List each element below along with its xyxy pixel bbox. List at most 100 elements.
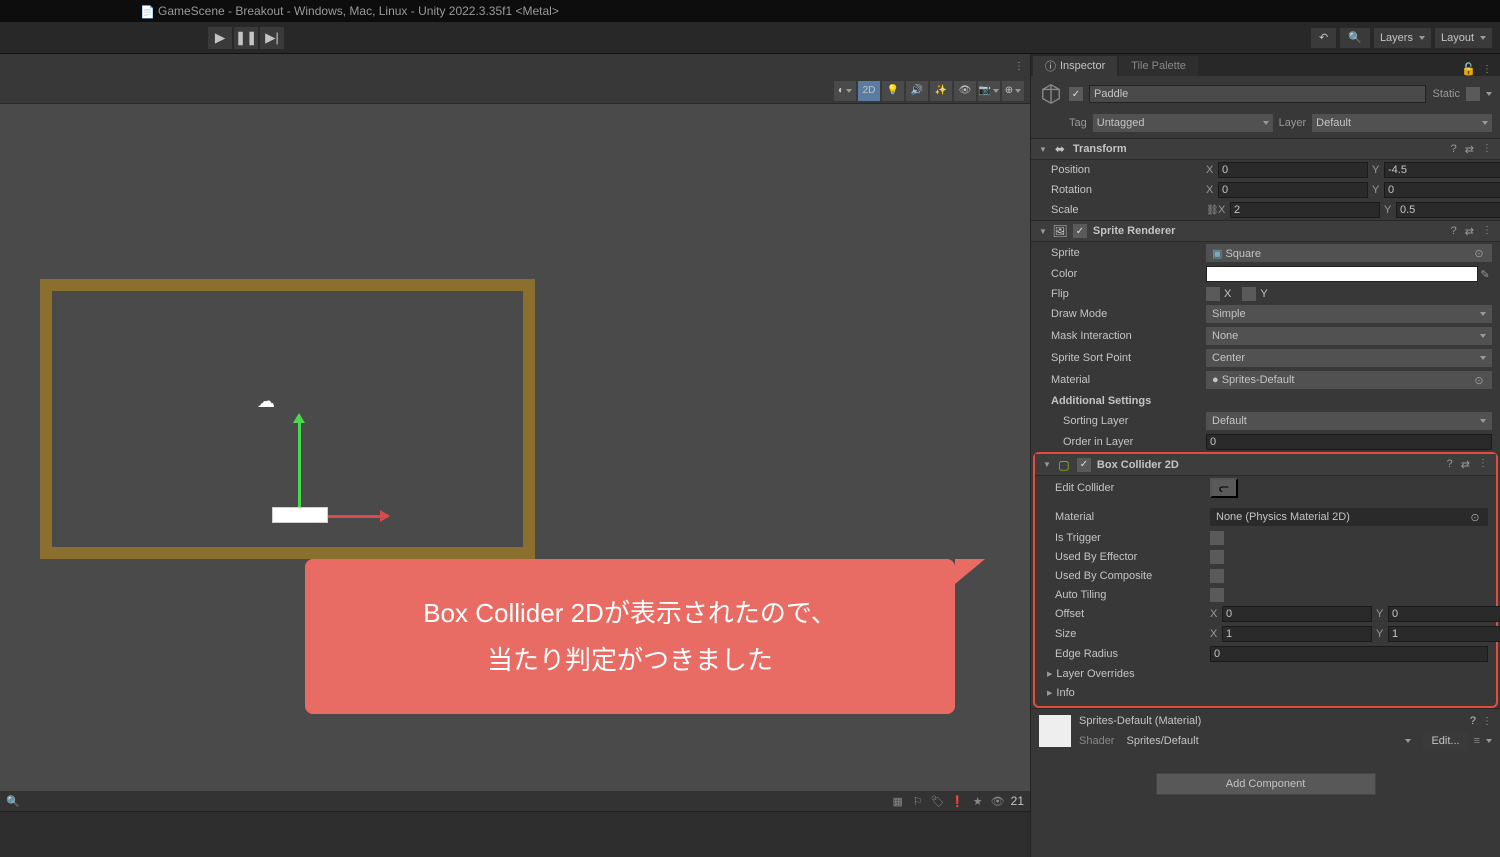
- used-by-effector-label: Used By Effector: [1055, 551, 1210, 563]
- scene-view[interactable]: ☁ Box Collider 2Dが表示されたので、 当たり判定がつきました: [0, 104, 1030, 791]
- audio-toggle[interactable]: 🔊: [906, 81, 928, 101]
- eyedropper-icon[interactable]: ✎: [1478, 267, 1492, 281]
- info-label[interactable]: Info: [1056, 687, 1074, 699]
- help-icon[interactable]: ?: [1451, 143, 1457, 156]
- gizmo-count: 21: [1011, 794, 1024, 808]
- size-y-input[interactable]: [1388, 626, 1500, 642]
- sprite-sort-point-dropdown[interactable]: Center: [1206, 349, 1492, 367]
- annotation-callout: Box Collider 2Dが表示されたので、 当たり判定がつきました: [305, 559, 955, 714]
- paddle-object[interactable]: [272, 507, 328, 523]
- panel-menu-icon[interactable]: ⋮: [1014, 61, 1024, 72]
- layout-dropdown[interactable]: Layout: [1435, 28, 1492, 48]
- bc-material-field[interactable]: None (Physics Material 2D)⊙: [1210, 508, 1488, 526]
- visibility-icon[interactable]: 👁: [991, 794, 1005, 808]
- draw-mode-label: Draw Mode: [1051, 308, 1206, 320]
- tab-tile-palette[interactable]: Tile Palette: [1119, 56, 1198, 76]
- 2d-mode-button[interactable]: 2D: [858, 81, 880, 101]
- add-component-button[interactable]: Add Component: [1156, 773, 1376, 795]
- help-icon[interactable]: ?: [1451, 225, 1457, 238]
- position-y-input[interactable]: [1384, 162, 1500, 178]
- object-picker-icon[interactable]: ⊙: [1472, 246, 1486, 260]
- context-menu-icon[interactable]: ⋮: [1478, 458, 1488, 471]
- static-dropdown-icon[interactable]: [1486, 92, 1492, 96]
- search-button[interactable]: 🔍: [1340, 28, 1370, 48]
- sorting-layer-dropdown[interactable]: Default: [1206, 412, 1492, 430]
- tag-dropdown[interactable]: Untagged: [1093, 114, 1273, 132]
- material-preview[interactable]: [1039, 715, 1071, 747]
- edit-button[interactable]: Edit...: [1423, 731, 1467, 751]
- hidden-objects-toggle[interactable]: 👁: [954, 81, 976, 101]
- zoom-icon[interactable]: 🔍: [6, 794, 20, 808]
- help-icon[interactable]: ?: [1470, 715, 1476, 727]
- preset-icon[interactable]: ⇄: [1465, 225, 1474, 238]
- auto-tiling-checkbox[interactable]: ✓: [1210, 588, 1224, 602]
- scale-x-input[interactable]: [1230, 202, 1380, 218]
- pause-button[interactable]: ❚❚: [234, 27, 258, 49]
- scale-y-input[interactable]: [1396, 202, 1500, 218]
- lock-icon[interactable]: 🔓: [1461, 62, 1476, 76]
- sr-material-field[interactable]: ● Sprites-Default⊙: [1206, 371, 1492, 389]
- edit-collider-button[interactable]: ᓕ: [1210, 478, 1238, 498]
- used-by-composite-label: Used By Composite: [1055, 570, 1210, 582]
- effects-toggle[interactable]: ✨: [930, 81, 952, 101]
- footer-icon-4[interactable]: ❗: [951, 794, 965, 808]
- context-menu-icon[interactable]: ⋮: [1482, 716, 1492, 727]
- mask-interaction-dropdown[interactable]: None: [1206, 327, 1492, 345]
- shader-dropdown[interactable]: Sprites/Default: [1120, 732, 1417, 750]
- object-picker-icon[interactable]: ⊙: [1472, 373, 1486, 387]
- footer-icon-1[interactable]: ▦: [891, 794, 905, 808]
- rotation-y-input[interactable]: [1384, 182, 1500, 198]
- size-x-input[interactable]: [1222, 626, 1372, 642]
- context-menu-icon[interactable]: ⋮: [1482, 225, 1492, 238]
- static-checkbox[interactable]: ✓: [1466, 87, 1480, 101]
- sprite-field[interactable]: ▣ Square⊙: [1206, 244, 1492, 262]
- preset-icon[interactable]: ⇄: [1461, 458, 1470, 471]
- box-collider-header[interactable]: ▼ ▢ ✓ Box Collider 2D ?⇄⋮: [1035, 454, 1496, 476]
- lighting-toggle[interactable]: 💡: [882, 81, 904, 101]
- footer-icon-2[interactable]: ⚐: [911, 794, 925, 808]
- rotation-x-input[interactable]: [1218, 182, 1368, 198]
- tab-menu-icon[interactable]: ⋮: [1482, 64, 1492, 75]
- footer-icon-3[interactable]: 🏷: [931, 794, 945, 808]
- list-icon[interactable]: ≡: [1474, 735, 1480, 747]
- flip-x-checkbox[interactable]: ✓: [1206, 287, 1220, 301]
- draw-mode-dropdown[interactable]: Simple: [1206, 305, 1492, 323]
- color-field[interactable]: [1206, 266, 1478, 282]
- gizmo-y-axis[interactable]: [298, 421, 301, 507]
- scale-link-icon[interactable]: ⛓: [1206, 205, 1218, 216]
- layer-overrides-label[interactable]: Layer Overrides: [1056, 668, 1134, 680]
- play-button[interactable]: ▶: [208, 27, 232, 49]
- shading-mode-button[interactable]: ◐: [834, 81, 856, 101]
- offset-y-input[interactable]: [1388, 606, 1500, 622]
- step-button[interactable]: ▶|: [260, 27, 284, 49]
- used-by-composite-checkbox[interactable]: ✓: [1210, 569, 1224, 583]
- preset-icon[interactable]: ⇄: [1465, 143, 1474, 156]
- camera-button[interactable]: 📷: [978, 81, 1000, 101]
- footer-icon-5[interactable]: ★: [971, 794, 985, 808]
- scene-toolbar: ◐ 2D 💡 🔊 ✨ 👁 📷 ⊕: [0, 78, 1030, 104]
- gizmos-button[interactable]: ⊕: [1002, 81, 1024, 101]
- flip-y-checkbox[interactable]: ✓: [1242, 287, 1256, 301]
- edge-radius-input[interactable]: [1210, 646, 1488, 662]
- undo-history-button[interactable]: ↶: [1311, 28, 1336, 48]
- box-collider-enabled-checkbox[interactable]: ✓: [1077, 458, 1091, 472]
- sprite-renderer-header[interactable]: ▼ 🖼 ✓ Sprite Renderer ?⇄⋮: [1031, 220, 1500, 242]
- offset-x-input[interactable]: [1222, 606, 1372, 622]
- context-menu-icon[interactable]: ⋮: [1482, 143, 1492, 156]
- position-x-input[interactable]: [1218, 162, 1368, 178]
- scene-footer: 🔍 ▦ ⚐ 🏷 ❗ ★ 👁 21: [0, 791, 1030, 811]
- tab-inspector[interactable]: ⓘInspector: [1033, 56, 1117, 76]
- transform-header[interactable]: ▼ ⬌ Transform ?⇄⋮: [1031, 138, 1500, 160]
- order-in-layer-input[interactable]: [1206, 434, 1492, 450]
- object-picker-icon[interactable]: ⊙: [1468, 510, 1482, 524]
- object-name-input[interactable]: [1089, 85, 1426, 103]
- gameobject-icon[interactable]: [1039, 82, 1063, 106]
- active-checkbox[interactable]: ✓: [1069, 87, 1083, 101]
- layer-dropdown[interactable]: Default: [1312, 114, 1492, 132]
- bc-material-label: Material: [1055, 511, 1210, 523]
- help-icon[interactable]: ?: [1447, 458, 1453, 471]
- used-by-effector-checkbox[interactable]: ✓: [1210, 550, 1224, 564]
- sprite-renderer-enabled-checkbox[interactable]: ✓: [1073, 224, 1087, 238]
- is-trigger-checkbox[interactable]: ✓: [1210, 531, 1224, 545]
- layers-dropdown[interactable]: Layers: [1374, 28, 1431, 48]
